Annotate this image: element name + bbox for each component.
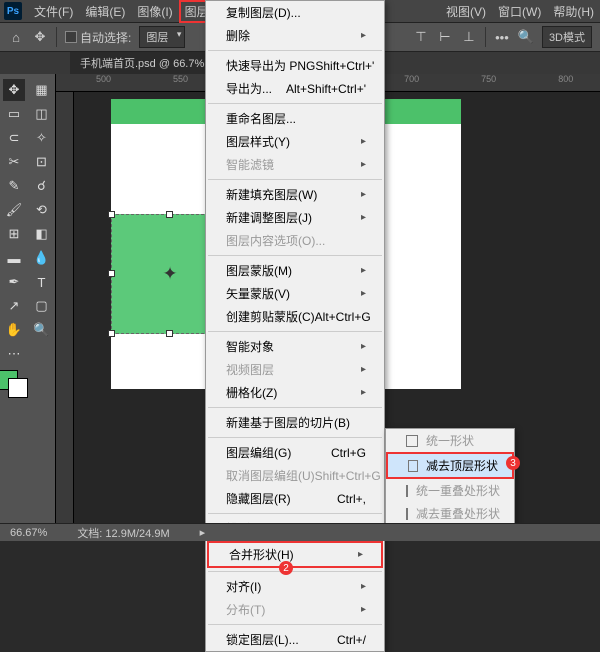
menu-help[interactable]: 帮助(H) <box>547 0 600 23</box>
lasso-tool[interactable]: ⊂ <box>3 127 25 149</box>
smi-subtract-top[interactable]: 减去顶层形状 3 <box>386 452 514 479</box>
brush-tool[interactable]: 🖌 <box>3 199 25 221</box>
marquee-tool[interactable]: ▭ <box>3 103 25 125</box>
anchor-icon: ✦ <box>162 264 177 285</box>
blur-tool[interactable]: 💧 <box>31 247 53 269</box>
history-brush-tool[interactable]: ⟲ <box>31 199 53 221</box>
mi-new-slice[interactable]: 新建基于图层的切片(B) <box>206 411 384 434</box>
handle-ml[interactable] <box>108 270 115 277</box>
layer-menu: 复制图层(D)... 删除 快速导出为 PNGShift+Ctrl+' 导出为.… <box>205 0 385 652</box>
frame-tool[interactable]: ⊡ <box>31 151 53 173</box>
mi-layer-mask[interactable]: 图层蒙版(M) <box>206 259 384 282</box>
crop-tool[interactable]: ✂ <box>3 151 25 173</box>
mi-smart-filter: 智能滤镜 <box>206 153 384 176</box>
handle-tl[interactable] <box>108 211 115 218</box>
smi-subtract-overlap: 减去重叠处形状 <box>386 502 514 525</box>
mi-vector-mask[interactable]: 矢量蒙版(V) <box>206 282 384 305</box>
color-swatches[interactable] <box>0 370 32 398</box>
rect-select-tool[interactable]: ◫ <box>31 103 53 125</box>
heal-tool[interactable]: ☌ <box>31 175 53 197</box>
mi-export-png[interactable]: 快速导出为 PNGShift+Ctrl+' <box>206 54 384 77</box>
stamp-tool[interactable]: ⊞ <box>3 223 25 245</box>
hand-tool[interactable]: ✋ <box>3 319 25 341</box>
magic-wand-tool[interactable]: ✧ <box>31 127 53 149</box>
menu-window[interactable]: 窗口(W) <box>492 0 547 23</box>
mi-rasterize[interactable]: 栅格化(Z) <box>206 381 384 404</box>
mi-export-as[interactable]: 导出为...Alt+Shift+Ctrl+' <box>206 77 384 100</box>
mi-align[interactable]: 对齐(I) <box>206 575 384 598</box>
menu-edit[interactable]: 编辑(E) <box>79 0 131 23</box>
more-tools[interactable]: ⋯ <box>3 343 25 365</box>
align-top-icon[interactable]: ⊤ <box>413 29 429 45</box>
pen-tool[interactable]: ✒ <box>3 271 25 293</box>
align-bot-icon[interactable]: ⊥ <box>461 29 477 45</box>
handle-bl[interactable] <box>108 330 115 337</box>
mi-rename[interactable]: 重命名图层... <box>206 107 384 130</box>
mode-3d-button[interactable]: 3D模式 <box>542 26 592 48</box>
move-tool-icon[interactable]: ✥ <box>32 29 48 45</box>
eraser-tool[interactable]: ◧ <box>31 223 53 245</box>
tool-column-left: ✥ ▭ ⊂ ✂ ✎ 🖌 ⊞ ▬ ✒ ↗ ✋ ⋯ <box>0 74 28 534</box>
mi-clip-mask[interactable]: 创建剪贴蒙版(C)Alt+Ctrl+G <box>206 305 384 328</box>
search-icon[interactable]: 🔍 <box>518 29 534 45</box>
menu-view[interactable]: 视图(V) <box>440 0 492 23</box>
mi-new-adj[interactable]: 新建调整图层(J) <box>206 206 384 229</box>
gradient-tool[interactable]: ▬ <box>3 247 25 269</box>
more-icon[interactable]: ••• <box>494 29 510 45</box>
artboard-tool[interactable]: ▦ <box>31 79 53 101</box>
smi-unify-overlap: 统一重叠处形状 <box>386 479 514 502</box>
path-tool[interactable]: ↗ <box>3 295 25 317</box>
mi-ungroup: 取消图层编组(U)Shift+Ctrl+G <box>206 464 384 487</box>
eyedropper-tool[interactable]: ✎ <box>3 175 25 197</box>
mi-delete[interactable]: 删除 <box>206 24 384 47</box>
mi-combine-shapes[interactable]: 合并形状(H) 2 <box>207 541 383 568</box>
doc-size: 文档: 12.9M/24.9M <box>77 525 169 541</box>
mi-layer-content: 图层内容选项(O)... <box>206 229 384 252</box>
handle-bc[interactable] <box>166 330 173 337</box>
app-icon: Ps <box>4 2 22 20</box>
mi-distribute: 分布(T) <box>206 598 384 621</box>
tool-column-right: ▦ ◫ ✧ ⊡ ☌ ⟲ ◧ 💧 T ▢ 🔍 <box>28 74 56 534</box>
combine-submenu: 统一形状 减去顶层形状 3 统一重叠处形状 减去重叠处形状 <box>385 428 515 526</box>
mi-layer-style[interactable]: 图层样式(Y) <box>206 130 384 153</box>
annotation-badge-2: 2 <box>279 561 293 575</box>
type-tool[interactable]: T <box>31 271 53 293</box>
mi-smart-obj[interactable]: 智能对象 <box>206 335 384 358</box>
zoom-tool[interactable]: 🔍 <box>31 319 53 341</box>
status-chevron-icon[interactable]: ▸ <box>200 526 206 539</box>
menu-image[interactable]: 图像(I) <box>131 0 178 23</box>
home-icon[interactable]: ⌂ <box>8 29 24 45</box>
move-tool[interactable]: ✥ <box>3 79 25 101</box>
auto-select-checkbox[interactable]: 自动选择: <box>65 29 131 46</box>
menu-file[interactable]: 文件(F) <box>28 0 79 23</box>
mi-copy-layer[interactable]: 复制图层(D)... <box>206 1 384 24</box>
mi-video-layer: 视频图层 <box>206 358 384 381</box>
zoom-level[interactable]: 66.67% <box>10 527 47 539</box>
layer-dropdown[interactable]: 图层 <box>139 26 185 48</box>
status-bar: 66.67% 文档: 12.9M/24.9M ▸ <box>0 523 600 541</box>
align-mid-icon[interactable]: ⊢ <box>437 29 453 45</box>
smi-unify: 统一形状 <box>386 429 514 452</box>
auto-select-label: 自动选择: <box>80 29 131 46</box>
handle-tc[interactable] <box>166 211 173 218</box>
annotation-badge-3: 3 <box>506 456 520 470</box>
ruler-vertical <box>56 92 74 534</box>
mi-new-fill[interactable]: 新建填充图层(W) <box>206 183 384 206</box>
mi-group[interactable]: 图层编组(G)Ctrl+G <box>206 441 384 464</box>
mi-lock[interactable]: 锁定图层(L)...Ctrl+/ <box>206 628 384 651</box>
mi-hide[interactable]: 隐藏图层(R)Ctrl+, <box>206 487 384 510</box>
shape-tool[interactable]: ▢ <box>31 295 53 317</box>
